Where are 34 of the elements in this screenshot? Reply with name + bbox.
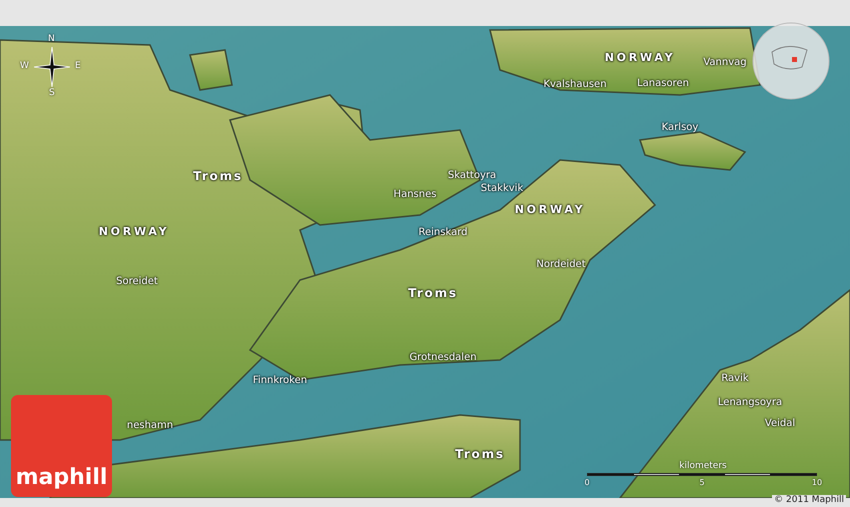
place-label: Skattoyra [448,171,496,181]
compass-letter: N [48,35,55,44]
place-label: NORWAY [514,204,586,215]
scale-tick-label: 0 [584,479,590,487]
place-label: Vannvag [703,58,747,68]
place-label: Nordeidet [536,260,586,270]
place-label: Stakkvik [480,184,524,194]
place-label: Veidal [764,419,796,429]
place-label: neshamn [126,421,174,431]
place-label: Karlsoy [662,123,698,133]
place-label: NORWAY [604,52,676,63]
scale-tick-label: 5 [699,479,705,487]
scale-tick-label: 10 [812,479,822,487]
place-label: Soreidet [116,277,158,287]
place-label: Troms [408,287,458,299]
compass-letter: S [49,89,55,98]
compass-letter: W [20,62,29,71]
compass-icon [34,47,70,87]
maphill-logo: maphill [11,395,112,497]
scale-title: kilometers [679,462,727,471]
place-label: Hansnes [394,190,436,200]
place-label: Finnkroken [252,376,308,386]
place-label: Lanasoren [637,79,689,89]
place-label: Lenangsoyra [718,398,782,408]
copyright-text: © 2011 Maphill [772,495,846,506]
place-label: Ravik [721,374,749,384]
place-label: Reinskard [418,228,468,238]
compass-letter: E [75,62,81,71]
place-label: Troms [193,170,243,182]
place-label: Troms [455,448,505,460]
globe-locator-icon [752,22,830,100]
place-label: Kvalshausen [543,80,607,90]
place-label: Grotnesdalen [409,353,477,363]
place-label: NORWAY [98,226,170,237]
